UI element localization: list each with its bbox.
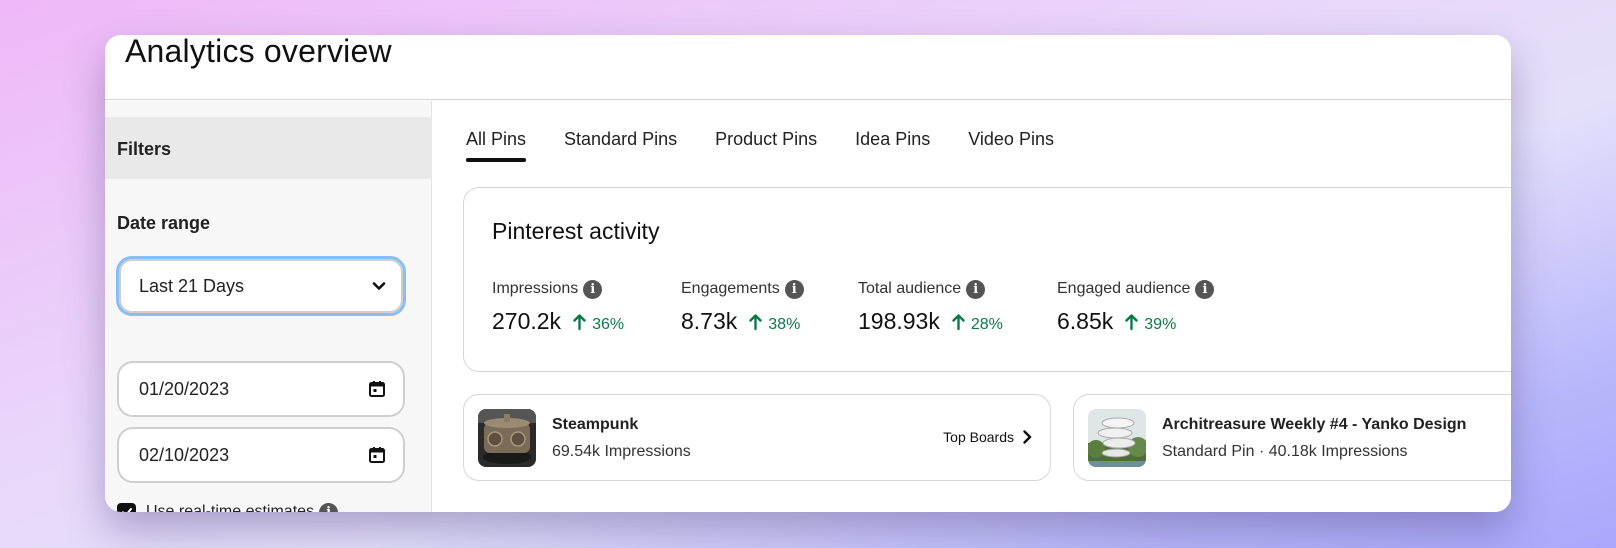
filters-label: Filters: [117, 139, 172, 159]
pin-title: Steampunk: [552, 416, 639, 433]
start-date-value: 01/20/2023: [139, 379, 230, 399]
metric-change: 36%: [592, 316, 625, 333]
info-icon[interactable]: i: [966, 279, 986, 299]
tab-all-pins[interactable]: All Pins: [466, 129, 527, 162]
info-icon[interactable]: i: [1195, 279, 1215, 299]
arrow-up-icon: [749, 313, 762, 330]
pin-impressions: Standard Pin · 40.18k Impressions: [1162, 443, 1408, 460]
top-boards-label: Top Boards: [943, 429, 1014, 445]
metric-change: 28%: [970, 316, 1003, 333]
arrow-up-icon: [1125, 313, 1138, 330]
page-header: Analytics overview: [105, 35, 1511, 100]
page-title: Analytics overview: [125, 35, 392, 69]
metric-engaged-audience: Engaged audience i 6.85k 39%: [1057, 278, 1257, 335]
metric-label: Total audience: [858, 280, 962, 297]
chevron-down-icon: [372, 282, 386, 290]
info-icon[interactable]: i: [784, 279, 804, 299]
tab-video-pins[interactable]: Video Pins: [968, 129, 1054, 160]
realtime-estimates-row: Use real-time estimates i: [117, 500, 339, 512]
calendar-icon[interactable]: [367, 445, 387, 465]
metric-value: 270.2k: [492, 308, 562, 334]
top-boards-link[interactable]: Top Boards: [943, 429, 1032, 445]
metric-change: 39%: [1144, 316, 1177, 333]
pin-title: Architreasure Weekly #4 - Yanko Design: [1162, 416, 1467, 433]
top-pin-card[interactable]: Steampunk 69.54k Impressions Top Boards: [463, 394, 1051, 481]
tab-idea-pins[interactable]: Idea Pins: [855, 129, 930, 160]
metric-total-audience: Total audience i 198.93k 28%: [858, 278, 1057, 335]
date-range-select-value: Last 21 Days: [139, 276, 245, 296]
date-range-select[interactable]: Last 21 Days: [116, 256, 406, 316]
arrow-up-icon: [573, 313, 586, 330]
chevron-right-icon: [1023, 430, 1032, 444]
metric-change: 38%: [768, 316, 801, 333]
filters-header: Filters: [105, 117, 432, 179]
architecture-image: [1088, 409, 1146, 467]
pinterest-activity-card: Pinterest activity Impressions i 270.2k …: [463, 187, 1511, 372]
checkmark-icon: [121, 508, 132, 512]
info-icon[interactable]: i: [583, 279, 603, 299]
filters-sidebar: Filters Date range Last 21 Days 01/20/20…: [105, 101, 432, 512]
metric-impressions: Impressions i 270.2k 36%: [492, 278, 681, 335]
tab-standard-pins[interactable]: Standard Pins: [564, 129, 677, 160]
activity-title: Pinterest activity: [492, 218, 660, 244]
arrow-up-icon: [952, 313, 965, 330]
metric-value: 198.93k: [858, 308, 940, 334]
steampunk-image: [478, 409, 536, 467]
metric-label: Engagements: [681, 280, 780, 297]
calendar-icon[interactable]: [367, 379, 387, 399]
start-date-input[interactable]: 01/20/2023: [117, 361, 405, 417]
date-range-label: Date range: [117, 213, 211, 233]
metric-value: 6.85k: [1057, 308, 1114, 334]
tab-product-pins[interactable]: Product Pins: [715, 129, 817, 160]
main-content: All Pins Standard Pins Product Pins Idea…: [433, 101, 1511, 512]
realtime-estimates-label: Use real-time estimates: [146, 503, 315, 512]
pin-impressions: 69.54k Impressions: [552, 443, 691, 460]
top-pin-card[interactable]: Architreasure Weekly #4 - Yanko Design S…: [1073, 394, 1511, 481]
metric-label: Engaged audience: [1057, 280, 1191, 297]
end-date-value: 02/10/2023: [139, 445, 230, 465]
metric-value: 8.73k: [681, 308, 738, 334]
metrics-row: Impressions i 270.2k 36% Engagements i 8…: [492, 278, 1257, 335]
realtime-estimates-checkbox[interactable]: [117, 502, 136, 512]
analytics-window: Analytics overview Filters Date range La…: [105, 35, 1511, 512]
pin-thumbnail: [1088, 409, 1146, 467]
pin-thumbnail: [478, 409, 536, 467]
info-icon[interactable]: i: [319, 502, 339, 512]
pin-type-tabs: All Pins Standard Pins Product Pins Idea…: [466, 129, 1092, 162]
end-date-input[interactable]: 02/10/2023: [117, 427, 405, 483]
metric-engagements: Engagements i 8.73k 38%: [681, 278, 858, 335]
metric-label: Impressions: [492, 280, 579, 297]
